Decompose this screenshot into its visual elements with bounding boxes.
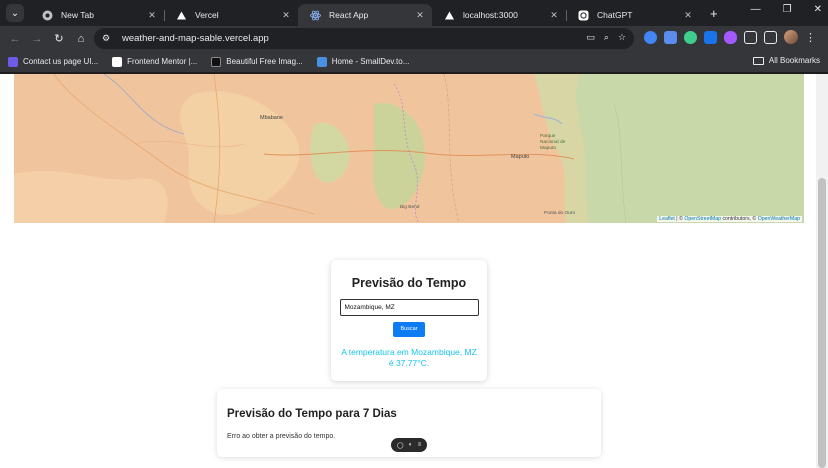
page-scrollbar[interactable] (816, 74, 828, 468)
bookmark-star-icon[interactable]: ☆ (618, 32, 626, 43)
extension-purple-icon[interactable] (724, 30, 737, 44)
window-controls: — ❐ ✕ (751, 4, 822, 15)
map-label: Ponta do Ouro (544, 211, 576, 216)
close-icon[interactable]: ✕ (146, 10, 158, 21)
bookmark-favicon-icon (316, 56, 327, 67)
weather-card-title: Previsão do Tempo (351, 276, 467, 290)
tab-title: localhost:3000 (463, 10, 518, 20)
tab-react-app[interactable]: React App ✕ (298, 4, 432, 26)
bookmark-label: Beautiful Free Imag... (226, 57, 303, 66)
forward-arrow-icon[interactable]: → (26, 33, 48, 45)
attribution-text: contributors, © (722, 216, 757, 222)
all-bookmarks[interactable]: All Bookmarks (752, 56, 820, 65)
site-settings-icon[interactable]: ⚙ (102, 33, 116, 44)
tab-title: New Tab (61, 10, 94, 20)
comment-icon[interactable]: ◯ (397, 442, 404, 449)
vercel-triangle-icon (176, 10, 187, 21)
minimize-icon[interactable]: — (751, 4, 761, 15)
map-label: Maputo (511, 154, 530, 160)
tab-title: Vercel (195, 10, 219, 20)
bookmark-item[interactable]: Contact us page UI... (8, 56, 99, 67)
bookmark-favicon-icon (112, 56, 123, 67)
all-bookmarks-label: All Bookmarks (768, 56, 820, 65)
profile-avatar[interactable] (784, 30, 798, 44)
address-bar[interactable]: ⚙ weather-and-map-sable.vercel.app ▭ ⌕ ☆ (94, 28, 634, 49)
window-close-icon[interactable]: ✕ (814, 4, 822, 15)
floating-toolbar[interactable]: ◯ ◐ ≡ (391, 438, 427, 452)
weather-card: Previsão do Tempo Buscar A temperatura e… (331, 260, 487, 381)
tab-search-chevron-icon[interactable]: ⌄ (6, 4, 24, 22)
weather-map[interactable]: Mbabane Maputo Parque Nacional de Maputo… (14, 74, 804, 223)
chrome-icon (42, 10, 53, 21)
chatgpt-icon (578, 10, 589, 21)
close-icon[interactable]: ✕ (548, 10, 560, 21)
browser-toolbar: ← → ↻ ⌂ ⚙ weather-and-map-sable.vercel.a… (0, 26, 828, 51)
toggle-icon[interactable]: ◐ (409, 442, 413, 448)
restore-icon[interactable]: ❐ (783, 4, 792, 15)
tab-title: ChatGPT (597, 10, 633, 20)
bookmark-favicon-icon (211, 56, 222, 67)
map-tiles (14, 74, 804, 223)
scrollbar-thumb[interactable] (818, 178, 826, 468)
page-viewport: Mbabane Maputo Parque Nacional de Maputo… (0, 74, 828, 468)
react-icon (310, 10, 321, 21)
leaflet-link[interactable]: Leaflet (659, 216, 675, 222)
tab-title: React App (329, 10, 369, 20)
tab-new-tab[interactable]: New Tab ✕ (30, 4, 164, 26)
tab-vercel[interactable]: Vercel ✕ (164, 4, 298, 26)
extensions-area: ⋮ (644, 30, 816, 44)
settings-icon[interactable]: ≡ (418, 442, 422, 448)
bookmark-item[interactable]: Frontend Mentor |... (112, 56, 198, 67)
map-attribution: Leaflet | © OpenStreetMap contributors, … (657, 216, 802, 222)
install-app-icon[interactable]: ▭ (586, 32, 595, 43)
bookmarks-bar: Contact us page UI... Frontend Mentor |.… (0, 51, 828, 72)
extension-translate-icon[interactable] (664, 30, 677, 44)
bookmark-label: Contact us page UI... (23, 57, 99, 66)
extension-blue-icon[interactable] (644, 30, 657, 44)
tab-chatgpt[interactable]: ChatGPT ✕ (566, 4, 700, 26)
reload-icon[interactable]: ↻ (48, 32, 70, 45)
temperature-result: A temperatura em Mozambique, MZ é 37.77°… (341, 347, 477, 368)
close-icon[interactable]: ✕ (682, 10, 694, 21)
close-icon[interactable]: ✕ (280, 10, 292, 21)
bookmark-label: Frontend Mentor |... (127, 57, 198, 66)
zoom-icon[interactable]: ⌕ (604, 32, 609, 43)
map-label: Big Bend (400, 205, 420, 210)
folder-icon (752, 56, 764, 65)
tab-localhost[interactable]: localhost:3000 ✕ (432, 4, 566, 26)
side-panel-icon[interactable] (764, 30, 777, 44)
openweathermap-link[interactable]: OpenWeatherMap (758, 216, 800, 222)
map-label: Parque Nacional de Maputo (540, 134, 566, 151)
bookmark-favicon-icon (8, 56, 18, 67)
extension-green-icon[interactable] (684, 30, 697, 44)
forecast-title: Previsão do Tempo para 7 Dias (227, 408, 397, 420)
close-icon[interactable]: ✕ (414, 10, 426, 21)
search-button[interactable]: Buscar (393, 322, 425, 337)
back-arrow-icon[interactable]: ← (4, 33, 26, 45)
map-label: Mbabane (260, 115, 283, 121)
extension-download-icon[interactable] (704, 30, 717, 44)
bookmark-item[interactable]: Home - SmallDev.to... (316, 56, 410, 67)
city-search-input[interactable] (339, 299, 479, 316)
home-icon[interactable]: ⌂ (70, 33, 92, 45)
browser-tab-strip: ⌄ New Tab ✕ Vercel ✕ React App ✕ localho… (0, 0, 828, 26)
vercel-triangle-icon (444, 10, 455, 21)
bookmark-item[interactable]: Beautiful Free Imag... (211, 56, 303, 67)
new-tab-plus-icon[interactable]: + (710, 6, 718, 21)
openstreetmap-link[interactable]: OpenStreetMap (684, 216, 721, 222)
extensions-puzzle-icon[interactable] (744, 30, 757, 44)
bookmark-label: Home - SmallDev.to... (331, 57, 410, 66)
menu-kebab-icon[interactable]: ⋮ (805, 31, 816, 44)
url-text[interactable]: weather-and-map-sable.vercel.app (122, 33, 269, 44)
